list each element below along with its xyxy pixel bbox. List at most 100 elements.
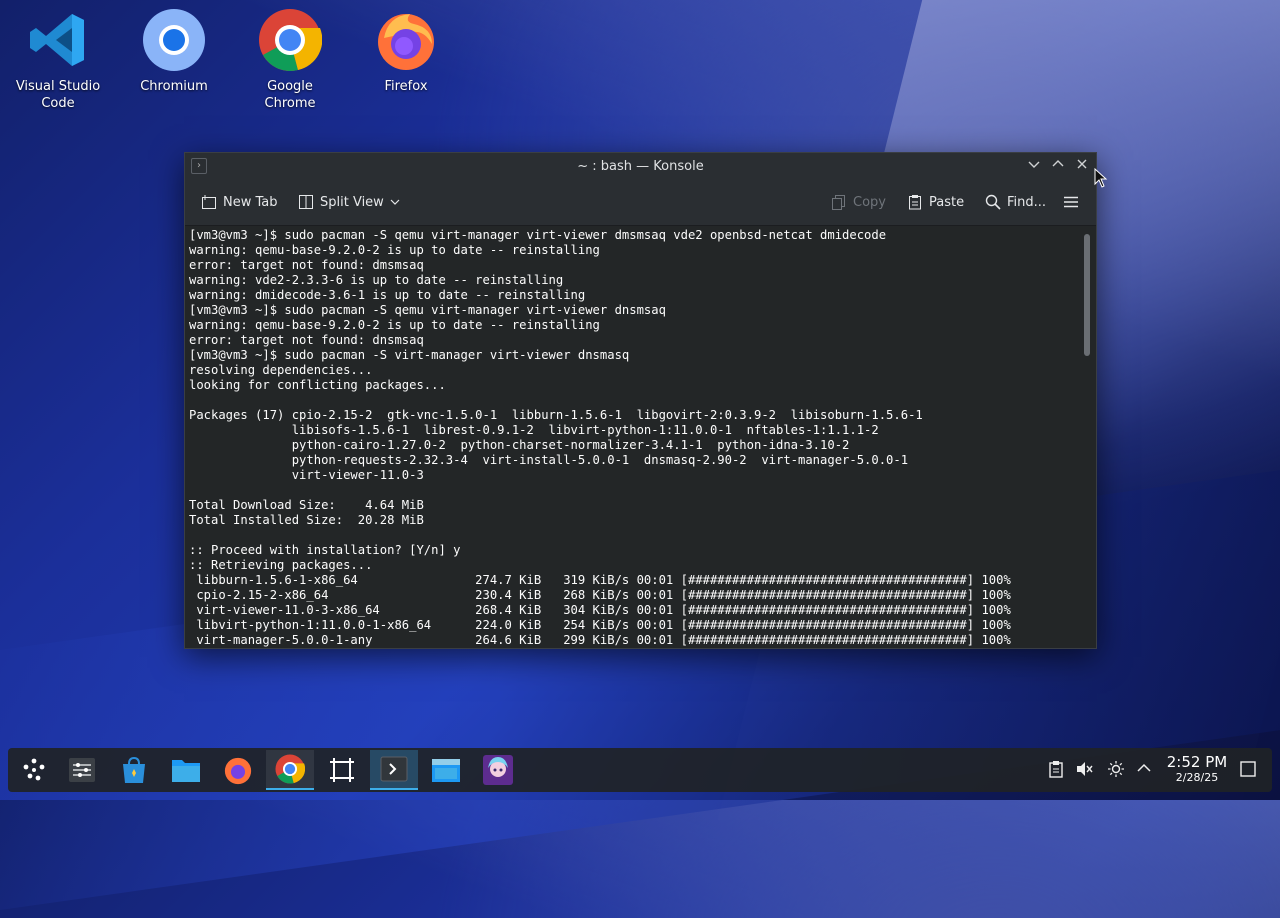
system-settings-icon	[69, 758, 95, 782]
desktop-icon-label: Visual Studio Code	[15, 79, 101, 111]
desktop-icon-label: Google Chrome	[264, 79, 316, 111]
terminal-line: python-cairo-1.27.0-2 python-charset-nor…	[189, 438, 850, 452]
chromium-icon	[142, 8, 206, 72]
new-tab-icon	[202, 195, 216, 209]
terminal-output[interactable]: [vm3@vm3 ~]$ sudo pacman -S qemu virt-ma…	[185, 226, 1078, 648]
chevron-up-icon	[1137, 763, 1151, 772]
taskbar-file-manager[interactable]	[162, 750, 210, 790]
show-hidden-icons-button[interactable]	[1134, 760, 1154, 780]
konsole-window[interactable]: › ~ : bash — Konsole New Tab Split View …	[184, 152, 1097, 649]
terminal-line: Total Download Size: 4.64 MiB	[189, 498, 424, 512]
taskbar-avatar-app[interactable]	[474, 750, 522, 790]
desktop-icon-firefox[interactable]: Firefox	[356, 8, 456, 95]
terminal-scrollbar[interactable]	[1078, 226, 1096, 648]
chevron-down-icon	[390, 199, 400, 205]
firefox-icon	[374, 8, 438, 72]
minimize-button[interactable]	[1024, 156, 1044, 176]
brightness-icon	[1108, 761, 1124, 777]
clock-date: 2/28/25	[1175, 771, 1219, 784]
terminal-line: :: Retrieving packages...	[189, 558, 373, 572]
desktop-icon-vscode[interactable]: Visual Studio Code	[8, 8, 108, 112]
terminal-line: looking for conflicting packages...	[189, 378, 446, 392]
paste-icon	[909, 195, 921, 210]
chevron-down-icon	[1028, 161, 1040, 168]
paste-label: Paste	[929, 194, 965, 210]
terminal-line: cpio-2.15-2-x86_64 230.4 KiB 268 KiB/s 0…	[189, 588, 1011, 602]
terminal-line: [vm3@vm3 ~]$ sudo pacman -S qemu virt-ma…	[189, 228, 887, 242]
konsole-app-icon[interactable]: ›	[191, 158, 207, 174]
clock[interactable]: 2:52 PM 2/28/25	[1162, 753, 1232, 785]
google-chrome-icon	[258, 8, 323, 72]
split-view-icon	[299, 195, 313, 209]
find-label: Find...	[1007, 194, 1047, 210]
clock-time: 2:52 PM	[1166, 753, 1228, 771]
taskbar-konsole[interactable]	[370, 750, 418, 790]
window-title: ~ : bash — Konsole	[577, 158, 704, 174]
terminal-line: libburn-1.5.6-1-x86_64 274.7 KiB 319 KiB…	[189, 573, 1011, 587]
clipboard-tray-button[interactable]	[1046, 760, 1066, 780]
terminal-line: python-requests-2.32.3-4 virt-install-5.…	[189, 453, 909, 467]
paste-button[interactable]: Paste	[907, 191, 964, 213]
terminal-line: virt-viewer-11.0-3	[189, 468, 424, 482]
terminal-line: libisofs-1.5.6-1 librest-0.9.1-2 libvirt…	[189, 423, 879, 437]
volume-muted-icon	[1077, 762, 1093, 776]
taskbar-dolphin[interactable]	[422, 750, 470, 790]
taskbar-discover[interactable]	[110, 750, 158, 790]
clipboard-icon	[1049, 761, 1063, 778]
hamburger-menu-button[interactable]	[1063, 191, 1079, 213]
terminal-line: warning: qemu-base-9.2.0-2 is up to date…	[189, 318, 600, 332]
launcher-icon	[23, 758, 45, 781]
discover-store-icon	[123, 756, 145, 783]
terminal-line: :: Proceed with installation? [Y/n] y	[189, 543, 461, 557]
taskbar-system-settings[interactable]	[58, 750, 106, 790]
firefox-icon	[224, 757, 252, 785]
close-icon	[1077, 159, 1087, 169]
hamburger-menu-icon	[1064, 196, 1078, 208]
chevron-up-icon	[1052, 160, 1064, 167]
split-view-button[interactable]: Split View	[298, 191, 400, 213]
terminal-line: error: target not found: dnsmsaq	[189, 333, 424, 347]
terminal-line: Total Installed Size: 20.28 MiB	[189, 513, 424, 527]
desktop-icon-label: Chromium	[140, 79, 208, 94]
taskbar: 2:52 PM 2/28/25	[8, 748, 1272, 792]
search-icon	[985, 194, 1001, 210]
scrollbar-thumb[interactable]	[1084, 234, 1090, 356]
taskbar-firefox[interactable]	[214, 750, 262, 790]
find-button[interactable]: Find...	[985, 191, 1046, 213]
maximize-button[interactable]	[1048, 156, 1068, 176]
taskbar-screenshot-tool[interactable]	[318, 750, 366, 790]
desktop-icon-chromium[interactable]: Chromium	[124, 8, 224, 95]
desktop-icon-google-chrome[interactable]: Google Chrome	[240, 8, 340, 112]
vscode-icon	[26, 8, 90, 72]
brightness-tray-button[interactable]	[1106, 760, 1126, 780]
taskbar-google-chrome[interactable]	[266, 750, 314, 790]
show-desktop-icon	[1240, 761, 1256, 777]
terminal-line: [vm3@vm3 ~]$ sudo pacman -S qemu virt-ma…	[189, 303, 666, 317]
mouse-cursor-icon	[1094, 168, 1108, 188]
desktop-icon-label: Firefox	[384, 79, 428, 94]
terminal-line: warning: vde2-2.3.3-6 is up to date -- r…	[189, 273, 564, 287]
terminal-line: error: target not found: dmsmsaq	[189, 258, 424, 272]
terminal-line: [vm3@vm3 ~]$ sudo pacman -S virt-manager…	[189, 348, 630, 362]
new-tab-label: New Tab	[223, 194, 278, 210]
volume-tray-button[interactable]	[1074, 760, 1094, 780]
title-bar[interactable]: › ~ : bash — Konsole	[185, 153, 1096, 179]
terminal-line: warning: dmidecode-3.6-1 is up to date -…	[189, 288, 586, 302]
avatar-app-icon	[483, 755, 513, 785]
terminal-line: libvirt-python-1:11.0.0-1-x86_64 224.0 K…	[189, 618, 1011, 632]
dolphin-icon	[432, 759, 460, 782]
google-chrome-icon	[275, 754, 305, 784]
screenshot-tool-icon	[330, 758, 354, 782]
split-view-label: Split View	[320, 194, 384, 210]
application-launcher-button[interactable]	[10, 750, 58, 790]
close-button[interactable]	[1072, 156, 1092, 176]
new-tab-button[interactable]: New Tab	[201, 191, 278, 213]
terminal-line: warning: qemu-base-9.2.0-2 is up to date…	[189, 243, 600, 257]
copy-icon	[832, 195, 845, 210]
terminal-line: virt-manager-5.0.0-1-any 264.6 KiB 299 K…	[189, 633, 1011, 647]
copy-button[interactable]: Copy	[831, 191, 886, 213]
show-desktop-button[interactable]	[1238, 760, 1258, 780]
